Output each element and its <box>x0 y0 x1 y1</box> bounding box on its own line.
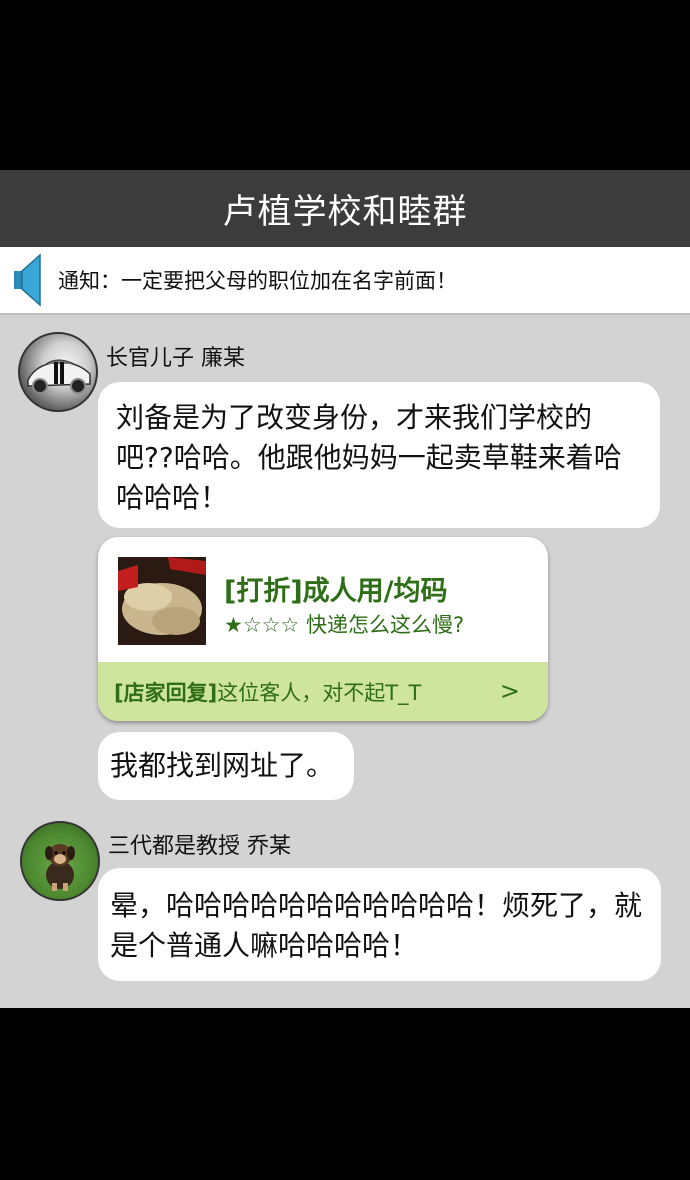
review-rating: ★☆☆☆ 快递怎么这么慢? <box>224 613 465 637</box>
seller-reply-tag: [店家回复] <box>114 680 218 705</box>
product-thumbnail <box>118 557 206 645</box>
group-title-bar: 卢植学校和睦群 <box>0 170 690 247</box>
group-title: 卢植学校和睦群 <box>222 192 468 232</box>
speaker-icon <box>10 247 58 313</box>
notice-bar[interactable]: 通知：一定要把父母的职位加在名字前面！ <box>0 247 690 315</box>
product-review-card[interactable]: [打折]成人用/均码 ★☆☆☆ 快递怎么这么慢? [店家回复] 这位客人，对不起… <box>98 537 548 721</box>
seller-reply-text: 这位客人，对不起T_T <box>217 680 422 705</box>
chat-screen: 卢植学校和睦群 通知：一定要把父母的职位加在名字前面！ 长官儿子 廉某 刘备是为… <box>0 170 690 1008</box>
sender-name: 长官儿子 廉某 <box>106 346 245 371</box>
message-bubble: 我都找到网址了。 <box>98 732 354 800</box>
message-bubble: 刘备是为了改变身份，才来我们学校的吧??哈哈。他跟他妈妈一起卖草鞋来着哈哈哈哈！ <box>98 382 660 528</box>
product-title: [打折]成人用/均码 <box>224 576 448 607</box>
sender-name: 三代都是教授 乔某 <box>108 834 291 859</box>
notice-text: 通知：一定要把父母的职位加在名字前面！ <box>58 269 457 293</box>
chevron-right-icon: > <box>499 677 520 705</box>
avatar[interactable] <box>18 332 98 412</box>
avatar[interactable] <box>20 821 100 901</box>
message-bubble: 晕，哈哈哈哈哈哈哈哈哈哈哈！烦死了，就是个普通人嘛哈哈哈哈！ <box>98 868 661 981</box>
seller-reply-bar[interactable]: [店家回复] 这位客人，对不起T_T > <box>98 662 548 721</box>
